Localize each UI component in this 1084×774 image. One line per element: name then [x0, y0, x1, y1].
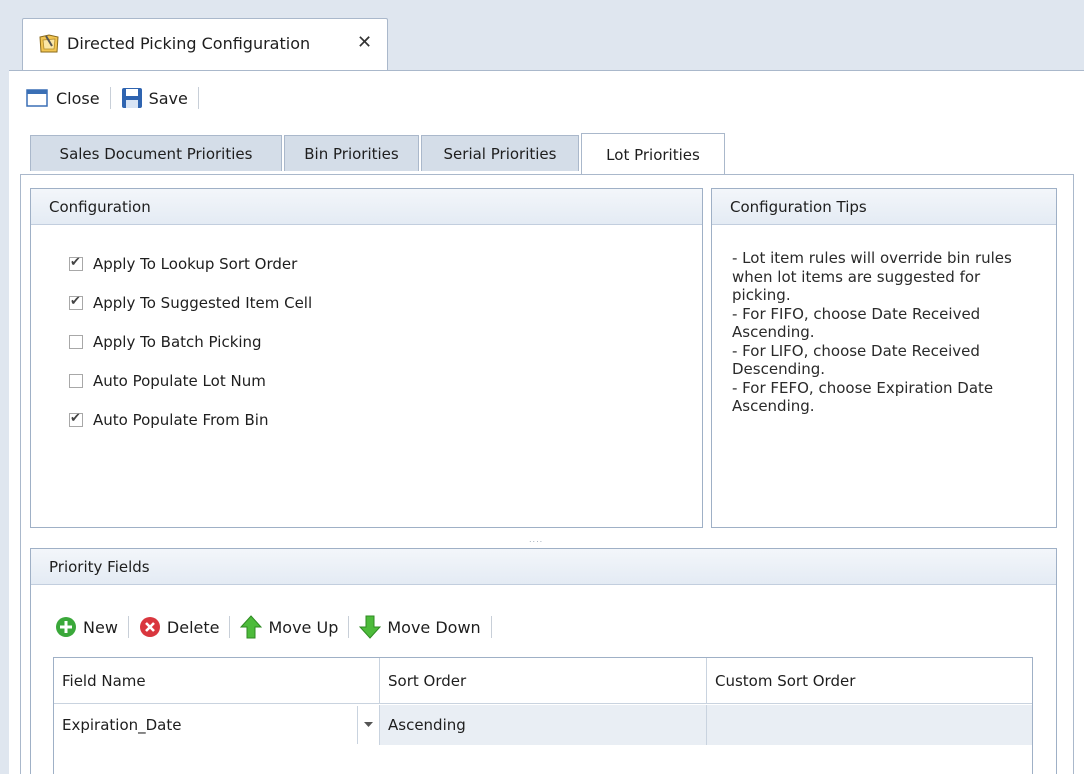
splitter-handle[interactable]: ....: [529, 535, 543, 544]
configuration-panel: Configuration Apply To Lookup Sort Order…: [30, 188, 703, 528]
option-apply-suggested-item-cell[interactable]: Apply To Suggested Item Cell: [69, 294, 312, 312]
delete-button[interactable]: Delete: [139, 616, 220, 638]
tab-label: Bin Priorities: [304, 144, 399, 163]
delete-circle-icon: [139, 617, 160, 637]
checkbox[interactable]: [69, 335, 83, 349]
document-icon: [39, 34, 59, 53]
tab-label: Sales Document Priorities: [59, 144, 253, 163]
arrow-up-icon: [240, 615, 263, 639]
column-header-field-name[interactable]: Field Name: [54, 658, 380, 704]
checkbox[interactable]: [69, 374, 83, 388]
priority-fields-title: Priority Fields: [31, 549, 1056, 585]
toolbar-separator: [229, 616, 231, 638]
close-window-icon: [26, 89, 48, 107]
option-apply-lookup-sort-order[interactable]: Apply To Lookup Sort Order: [69, 255, 312, 273]
close-button[interactable]: Close: [26, 88, 100, 108]
option-label: Apply To Suggested Item Cell: [93, 294, 313, 312]
arrow-down-icon: [359, 615, 382, 639]
move-up-button[interactable]: Move Up: [240, 615, 338, 639]
plus-circle-icon: [56, 617, 76, 637]
main-toolbar: Close Save: [26, 87, 199, 109]
move-down-label: Move Down: [387, 617, 481, 637]
option-apply-batch-picking[interactable]: Apply To Batch Picking: [69, 333, 312, 351]
tab-label: Lot Priorities: [606, 145, 700, 164]
document-tab-title: Directed Picking Configuration: [67, 34, 311, 53]
chevron-down-icon[interactable]: [357, 706, 379, 744]
delete-button-label: Delete: [166, 617, 220, 637]
tab-lot-priorities[interactable]: Lot Priorities: [581, 133, 725, 175]
configuration-panel-title: Configuration: [31, 189, 702, 225]
configuration-tips-text: - Lot item rules will override bin rules…: [732, 249, 1012, 415]
option-auto-populate-from-bin[interactable]: Auto Populate From Bin: [69, 411, 312, 429]
checkbox[interactable]: [69, 255, 83, 271]
save-button[interactable]: Save: [121, 87, 188, 109]
grid-header: Field Name Sort Order Custom Sort Order: [54, 658, 1032, 704]
priority-toolbar: New Delete Move Up Move Down: [55, 615, 492, 639]
option-label: Apply To Batch Picking: [93, 333, 262, 351]
move-up-label: Move Up: [268, 617, 339, 637]
new-button[interactable]: New: [55, 616, 118, 638]
toolbar-separator: [348, 616, 350, 638]
sort-order-cell[interactable]: Ascending: [380, 705, 707, 745]
document-tab[interactable]: Directed Picking Configuration ✕: [22, 18, 388, 70]
checkbox[interactable]: [69, 294, 83, 310]
configuration-tips-title: Configuration Tips: [712, 189, 1056, 225]
toolbar-separator: [127, 616, 129, 638]
tab-label: Serial Priorities: [443, 144, 557, 163]
option-label: Auto Populate From Bin: [93, 411, 269, 429]
toolbar-separator: [109, 87, 111, 109]
save-button-label: Save: [148, 88, 188, 108]
configuration-options: Apply To Lookup Sort Order Apply To Sugg…: [69, 255, 312, 429]
column-header-custom-sort-order[interactable]: Custom Sort Order: [707, 658, 1032, 704]
option-label: Auto Populate Lot Num: [93, 372, 266, 390]
field-name-combo[interactable]: Expiration_Date: [54, 705, 380, 745]
tab-bin-priorities[interactable]: Bin Priorities: [284, 135, 419, 171]
new-button-label: New: [83, 617, 118, 637]
column-header-sort-order[interactable]: Sort Order: [380, 658, 707, 704]
table-row[interactable]: Expiration_Date Ascending: [54, 705, 1032, 745]
field-name-value: Expiration_Date: [62, 716, 182, 734]
tab-sales-document-priorities[interactable]: Sales Document Priorities: [30, 135, 282, 171]
toolbar-separator: [490, 616, 492, 638]
close-button-label: Close: [56, 88, 100, 108]
option-auto-populate-lot-num[interactable]: Auto Populate Lot Num: [69, 372, 312, 390]
configuration-tips-panel: Configuration Tips - Lot item rules will…: [711, 188, 1057, 528]
save-icon: [121, 88, 142, 108]
checkbox[interactable]: [69, 411, 83, 427]
close-tab-icon[interactable]: ✕: [357, 32, 372, 53]
tab-serial-priorities[interactable]: Serial Priorities: [421, 135, 579, 171]
custom-sort-order-cell[interactable]: [707, 705, 1032, 745]
move-down-button[interactable]: Move Down: [359, 615, 481, 639]
toolbar-separator: [197, 87, 199, 109]
priority-fields-grid: Field Name Sort Order Custom Sort Order …: [53, 657, 1033, 774]
option-label: Apply To Lookup Sort Order: [93, 255, 298, 273]
